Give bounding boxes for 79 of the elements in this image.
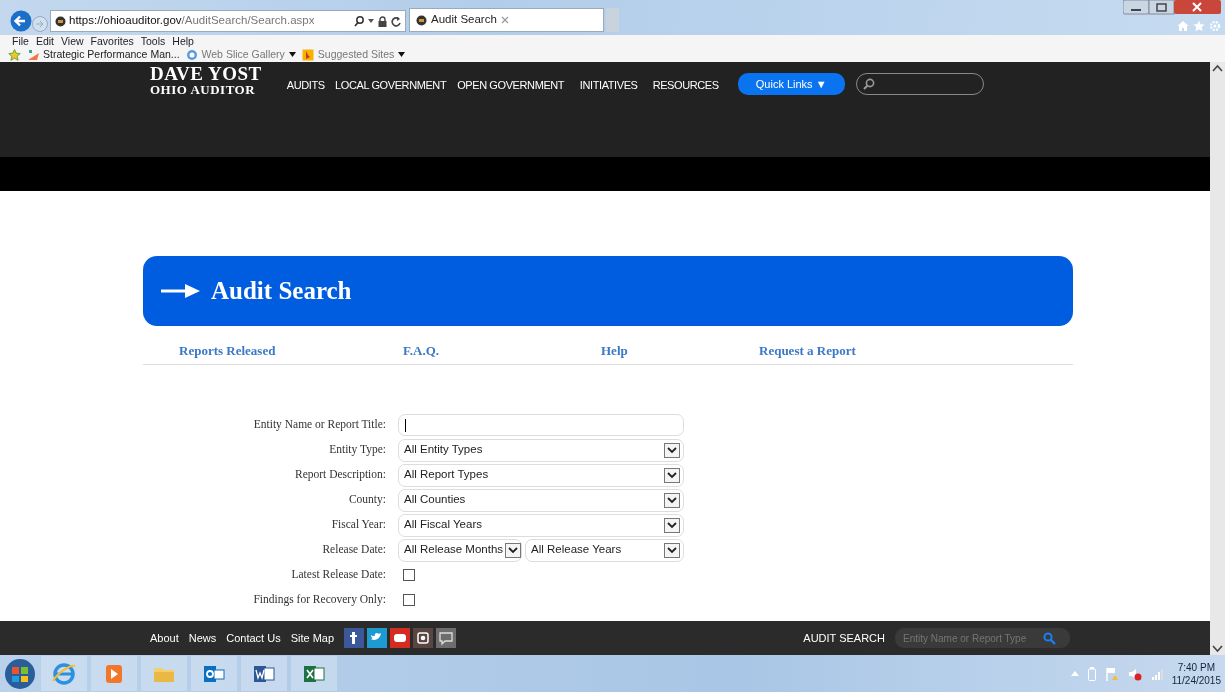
lock-icon	[378, 15, 387, 27]
search-icon[interactable]	[354, 15, 364, 27]
field-label: Entity Type:	[328, 442, 387, 458]
nav-link[interactable]: INITIATIVES	[573, 77, 644, 94]
favorite-link[interactable]: Strategic Performance Man...	[27, 46, 180, 63]
speaker-muted-icon[interactable]	[1127, 666, 1142, 681]
page-link[interactable]: Reports Released	[179, 343, 276, 358]
taskbar-button[interactable]	[191, 656, 237, 691]
menu-item[interactable]: File	[12, 35, 29, 47]
social-link-icon[interactable]	[390, 628, 411, 648]
field-label: Latest Release Date:	[290, 567, 387, 583]
nav-link[interactable]: RESOURCES	[649, 77, 722, 94]
footer-link[interactable]: About	[150, 629, 179, 647]
nav-link[interactable]: LOCAL GOVERNMENT	[333, 77, 448, 94]
close-icon[interactable]	[500, 16, 509, 24]
site-icon	[55, 15, 66, 27]
favorite-icon	[27, 48, 39, 61]
caret-icon[interactable]	[288, 52, 296, 57]
footer-link[interactable]: News	[188, 629, 217, 647]
field-label: Release Date:	[321, 542, 387, 558]
url-text: https://ohioauditor.gov/AuditSearch/Search.aspx	[69, 13, 315, 29]
field-label: County:	[347, 492, 387, 508]
nav-link[interactable]: AUDITS	[283, 77, 328, 94]
window-controls[interactable]	[1123, 0, 1221, 15]
arrow-icon	[161, 283, 201, 299]
clock-date: 11/24/2015	[1171, 673, 1221, 687]
field-label: Fiscal Year:	[330, 517, 387, 533]
favorite-link[interactable]: Suggested Sites	[301, 46, 406, 63]
favorites-star-icon[interactable]	[8, 48, 21, 61]
site-icon	[416, 14, 427, 26]
caret-icon[interactable]	[398, 52, 406, 57]
social-link-icon[interactable]	[344, 628, 365, 648]
logo-title[interactable]: DAVE YOST	[150, 65, 262, 83]
social-link-icon[interactable]	[436, 628, 457, 648]
dropdown[interactable]: All Entity Types	[398, 438, 684, 462]
dropdown[interactable]: All Release Years	[525, 538, 684, 562]
taskbar-button[interactable]	[291, 656, 337, 691]
menu-item[interactable]: Help	[172, 35, 194, 47]
page-title: Audit Search	[211, 276, 352, 306]
globe-icon	[51, 660, 77, 687]
start-button[interactable]	[3, 656, 37, 691]
field-label: Findings for Recovery Only:	[252, 592, 387, 608]
checkbox[interactable]	[403, 569, 415, 581]
page-link[interactable]: Request a Report	[759, 343, 856, 358]
star-icon[interactable]	[1193, 20, 1205, 32]
favorite-icon	[301, 48, 314, 61]
dropdown[interactable]: All Report Types	[398, 463, 684, 487]
clock-time: 7:40 PM	[1176, 660, 1216, 674]
menu-item[interactable]: Edit	[35, 35, 54, 47]
social-link-icon[interactable]	[413, 628, 434, 648]
quick-links-button[interactable]: Quick Links ▼	[737, 73, 845, 95]
search-label: AUDIT SEARCH	[803, 630, 885, 646]
logo-subtitle[interactable]: OHIO AUDITOR	[150, 83, 262, 96]
page-link[interactable]: F.A.Q.	[403, 343, 439, 358]
menu-item[interactable]: Tools	[140, 35, 166, 47]
checkbox[interactable]	[403, 594, 415, 606]
back-button[interactable]	[10, 10, 32, 32]
caret-icon[interactable]	[368, 19, 374, 23]
dropdown[interactable]: All Fiscal Years	[398, 513, 684, 537]
refresh-icon[interactable]	[391, 15, 401, 27]
browser-tab[interactable]: Audit Search	[409, 8, 604, 32]
favorite-link[interactable]: Web Slice Gallery	[185, 46, 296, 63]
tab-title: Audit Search	[431, 12, 497, 28]
dropdown[interactable]: All Release Months	[398, 538, 522, 562]
dropdown[interactable]: All Counties	[398, 488, 684, 512]
menu-item[interactable]: Favorites	[90, 35, 134, 47]
nav-link[interactable]: OPEN GOVERNMENT	[453, 77, 568, 94]
social-link-icon[interactable]	[367, 628, 388, 648]
text-field[interactable]	[398, 414, 684, 436]
address-bar[interactable]: https://ohioauditor.gov/AuditSearch/Search.aspx	[50, 10, 406, 32]
clock[interactable]: 7:40 PM 11/24/2015	[1171, 660, 1225, 687]
footer-link[interactable]: Contact Us	[226, 629, 281, 647]
footer-link[interactable]: Site Map	[290, 629, 335, 647]
field-label: Report Description:	[293, 467, 387, 483]
taskbar-button[interactable]	[241, 656, 287, 691]
search-icon	[862, 78, 875, 90]
field-label: Entity Name or Report Title:	[252, 417, 387, 433]
page-link[interactable]: Help	[601, 343, 628, 358]
menu-item[interactable]: View	[61, 35, 84, 47]
